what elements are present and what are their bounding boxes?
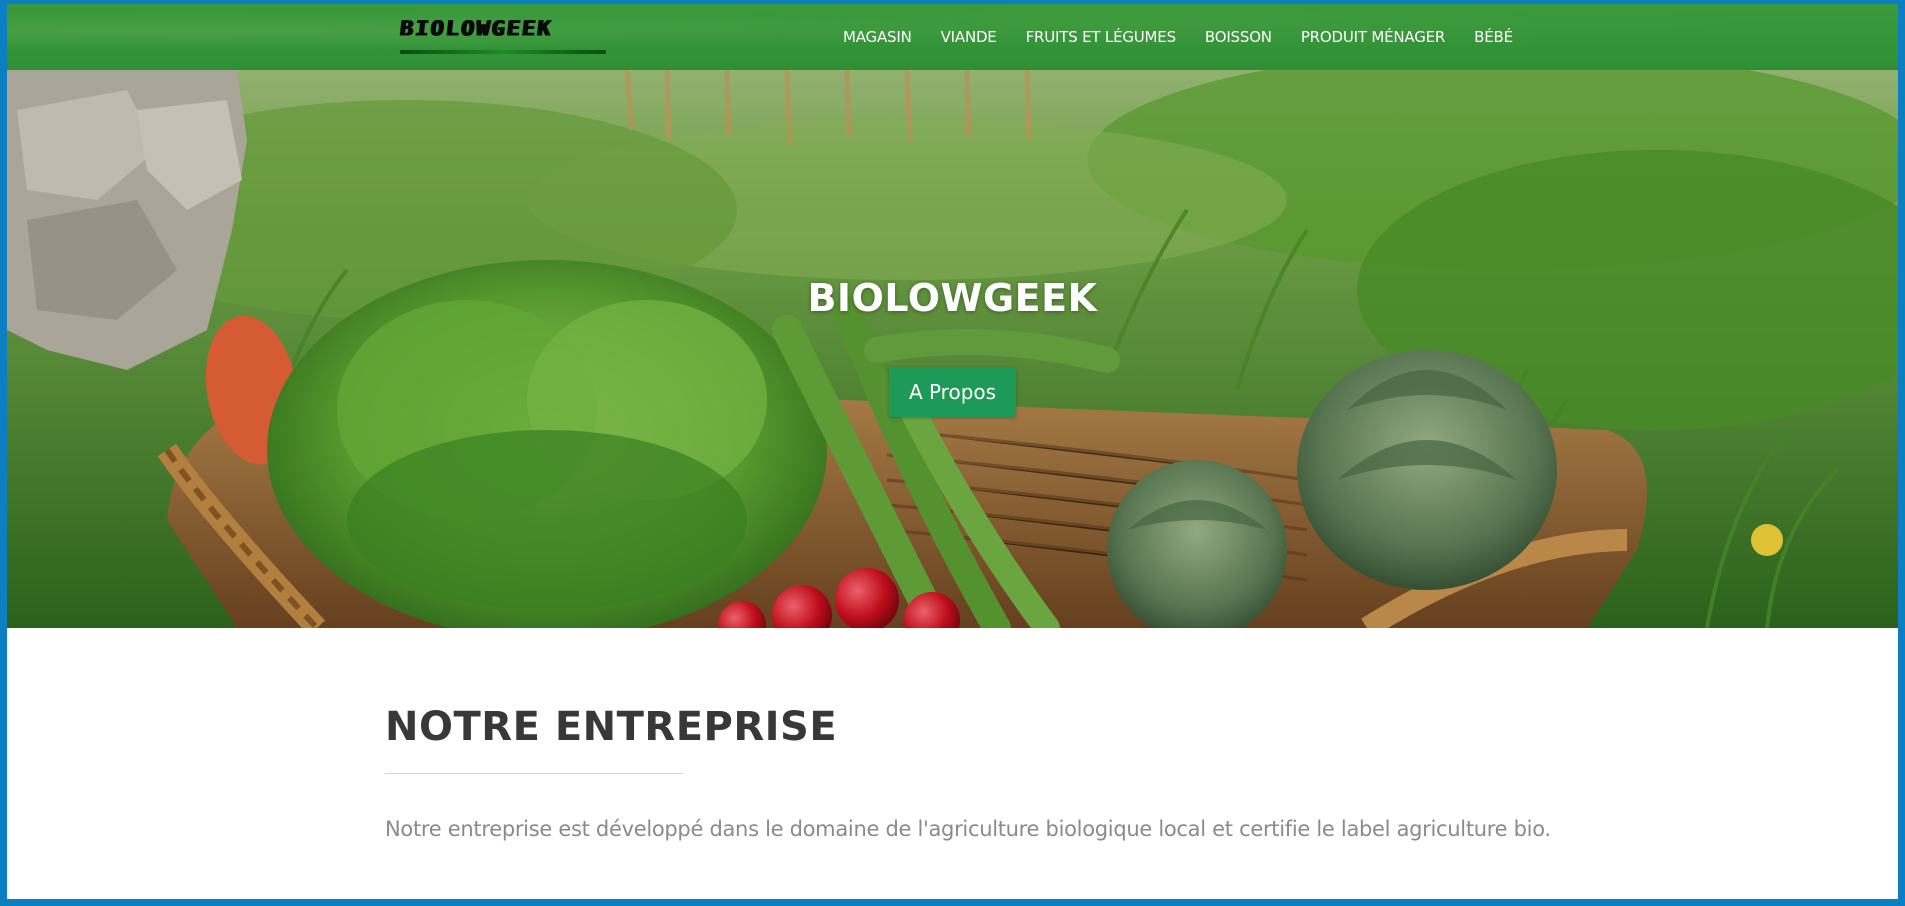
a-propos-button[interactable]: A Propos: [889, 367, 1016, 417]
nav-item-fruits-et-legumes[interactable]: FRUITS ET LÉGUMES: [1026, 28, 1176, 46]
section-description: Notre entreprise est développé dans le d…: [385, 817, 1551, 841]
brand-logo-underline: [400, 50, 606, 54]
hero-banner: BIOLOWGEEK A Propos: [7, 70, 1898, 628]
main-nav-menu: MAGASIN VIANDE FRUITS ET LÉGUMES BOISSON…: [843, 4, 1513, 70]
browser-viewport: BIOLOWGEEK MAGASIN VIANDE FRUITS ET LÉGU…: [0, 0, 1905, 906]
brand-logo[interactable]: BIOLOWGEEK: [398, 17, 612, 61]
about-section: NOTRE ENTREPRISE Notre entreprise est dé…: [7, 628, 1898, 899]
nav-item-produit-menager[interactable]: PRODUIT MÉNAGER: [1301, 28, 1446, 46]
top-navbar: BIOLOWGEEK MAGASIN VIANDE FRUITS ET LÉGU…: [7, 4, 1898, 70]
nav-item-boisson[interactable]: BOISSON: [1205, 28, 1272, 46]
nav-item-magasin[interactable]: MAGASIN: [843, 28, 912, 46]
nav-item-bebe[interactable]: BÉBÉ: [1474, 28, 1513, 46]
brand-logo-text: BIOLOWGEEK: [398, 17, 554, 42]
nav-item-viande[interactable]: VIANDE: [941, 28, 997, 46]
hero-title: BIOLOWGEEK: [807, 276, 1098, 320]
hero-background-image: [7, 70, 1898, 628]
section-divider: [385, 773, 683, 774]
section-title: NOTRE ENTREPRISE: [385, 704, 838, 750]
